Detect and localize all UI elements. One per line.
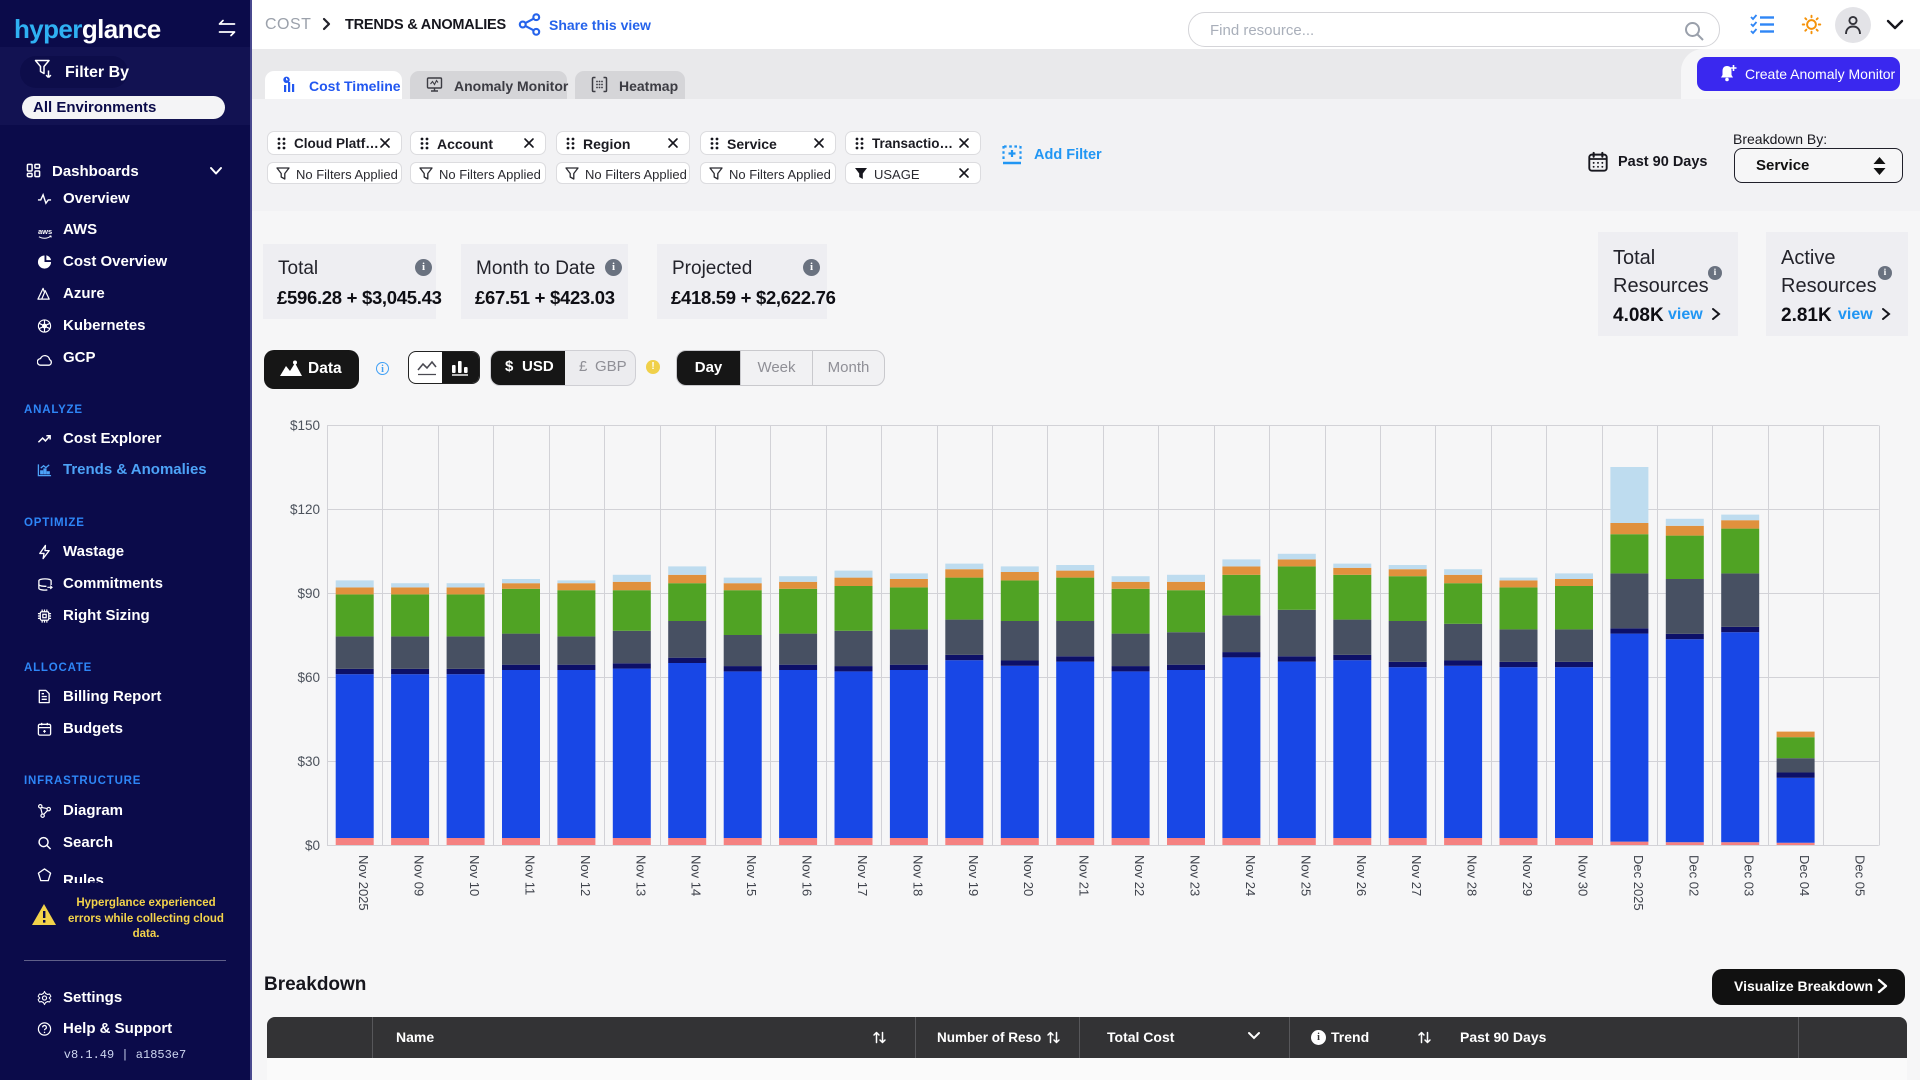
svg-text:Nov 14: Nov 14 bbox=[689, 855, 704, 896]
svg-text:$120: $120 bbox=[290, 502, 320, 517]
svg-text:Nov 29: Nov 29 bbox=[1520, 855, 1535, 896]
svg-text:$150: $150 bbox=[290, 418, 320, 433]
svg-text:Nov 18: Nov 18 bbox=[910, 855, 925, 896]
svg-text:Nov 17: Nov 17 bbox=[855, 855, 870, 896]
svg-text:Nov 15: Nov 15 bbox=[744, 855, 759, 896]
svg-text:Nov 21: Nov 21 bbox=[1077, 855, 1092, 896]
svg-text:$90: $90 bbox=[297, 586, 320, 601]
svg-text:Nov 22: Nov 22 bbox=[1132, 855, 1147, 896]
svg-text:Dec 04: Dec 04 bbox=[1797, 855, 1812, 896]
svg-text:Nov 24: Nov 24 bbox=[1243, 855, 1258, 896]
svg-text:Nov 20: Nov 20 bbox=[1021, 855, 1036, 896]
svg-text:Nov 23: Nov 23 bbox=[1188, 855, 1203, 896]
svg-text:Nov 25: Nov 25 bbox=[1298, 855, 1313, 896]
svg-text:$0: $0 bbox=[305, 838, 320, 853]
svg-text:Nov 10: Nov 10 bbox=[467, 855, 482, 896]
svg-text:Dec 2025: Dec 2025 bbox=[1631, 855, 1646, 911]
svg-text:Nov 19: Nov 19 bbox=[966, 855, 981, 896]
svg-text:Nov 27: Nov 27 bbox=[1409, 855, 1424, 896]
svg-text:Nov 2025: Nov 2025 bbox=[356, 855, 371, 911]
svg-text:Nov 26: Nov 26 bbox=[1354, 855, 1369, 896]
svg-text:Nov 11: Nov 11 bbox=[523, 855, 538, 895]
svg-text:Nov 30: Nov 30 bbox=[1576, 855, 1591, 896]
svg-text:Dec 03: Dec 03 bbox=[1742, 855, 1757, 896]
svg-text:Nov 13: Nov 13 bbox=[633, 855, 648, 896]
svg-text:$60: $60 bbox=[297, 670, 320, 685]
svg-text:Nov 28: Nov 28 bbox=[1465, 855, 1480, 896]
svg-text:Nov 09: Nov 09 bbox=[412, 855, 427, 896]
svg-text:$30: $30 bbox=[297, 754, 320, 769]
svg-text:aws: aws bbox=[38, 227, 52, 236]
svg-text:Nov 16: Nov 16 bbox=[800, 855, 815, 896]
svg-text:Dec 02: Dec 02 bbox=[1686, 855, 1701, 896]
svg-text:Nov 12: Nov 12 bbox=[578, 855, 593, 896]
svg-text:Dec 05: Dec 05 bbox=[1853, 855, 1868, 896]
